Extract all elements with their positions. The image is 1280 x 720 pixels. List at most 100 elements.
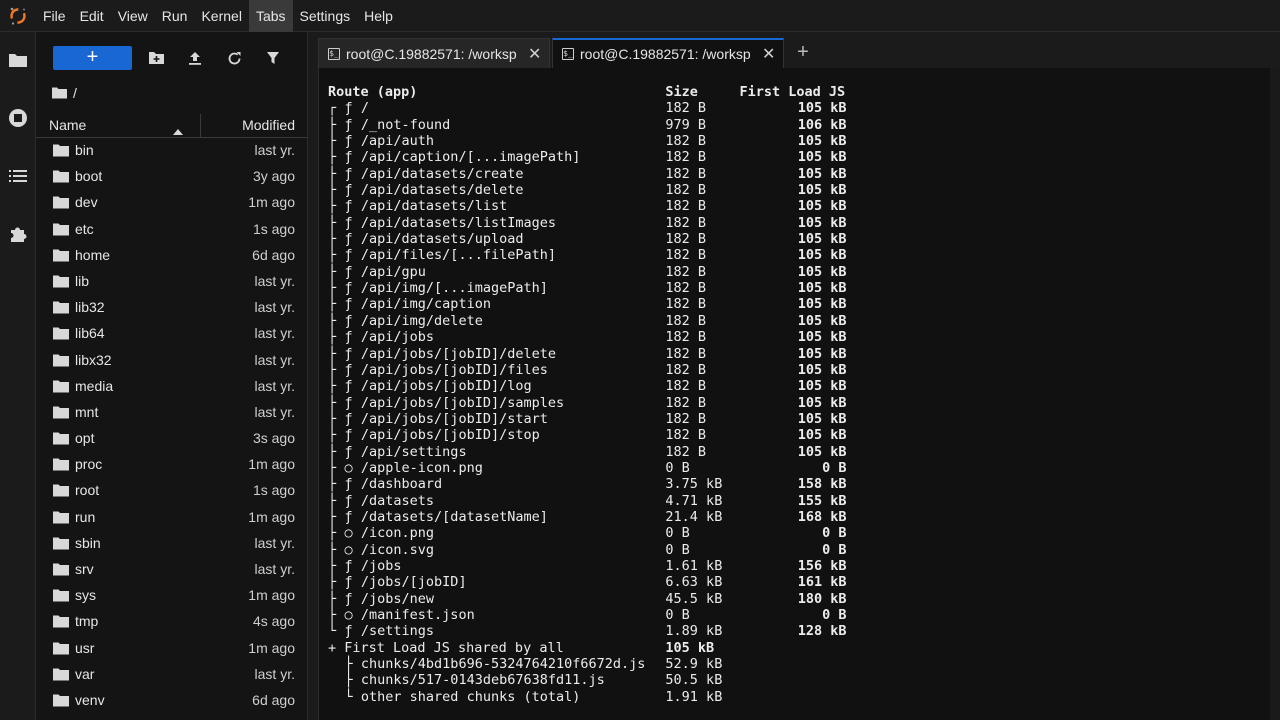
file-row[interactable]: venv 6d ago: [36, 688, 308, 714]
file-row[interactable]: media last yr.: [36, 374, 308, 400]
file-name: opt: [75, 430, 95, 447]
menu-run[interactable]: Run: [155, 0, 195, 32]
route-type-symbol: ƒ: [344, 427, 353, 444]
tab-terminal-2[interactable]: $_ root@C.19882571: /worksp ✕: [552, 38, 784, 68]
file-row[interactable]: sys 1m ago: [36, 583, 308, 609]
menu-view[interactable]: View: [111, 0, 155, 32]
route-path: /api/settings: [360, 443, 467, 460]
route-size: 182 B: [665, 378, 707, 395]
route-type-symbol: ƒ: [344, 623, 353, 640]
header-size: Size: [665, 84, 698, 100]
tree-glyph: ├: [328, 182, 337, 199]
folder-icon: [53, 511, 69, 524]
menu-file[interactable]: File: [36, 0, 73, 32]
tree-glyph: ├: [328, 410, 337, 427]
folder-icon: [53, 249, 69, 262]
menu-settings[interactable]: Settings: [293, 0, 358, 32]
route-first-load: 156 kB: [797, 557, 847, 574]
file-row[interactable]: var last yr.: [36, 662, 308, 688]
menu-kernel[interactable]: Kernel: [194, 0, 248, 32]
extensions-puzzle-icon[interactable]: [0, 214, 36, 254]
file-row[interactable]: bin last yr.: [36, 138, 308, 164]
file-row[interactable]: proc 1m ago: [36, 452, 308, 478]
file-row[interactable]: tmp 4s ago: [36, 609, 308, 635]
route-type-symbol: ○: [344, 607, 353, 623]
folder-icon: [53, 275, 69, 288]
route-path: /api/jobs: [360, 329, 435, 346]
breadcrumb: /: [52, 82, 77, 104]
file-row[interactable]: dev 1m ago: [36, 190, 308, 216]
new-launcher-button[interactable]: +: [53, 46, 132, 70]
tab-terminal-1[interactable]: $_ root@C.19882571: /worksp ✕: [318, 38, 550, 68]
tree-glyph: ├: [328, 607, 337, 623]
route-path: /jobs/[jobID]: [360, 574, 467, 591]
tree-glyph: ├: [328, 427, 337, 444]
route-path: /api/img/[...imagePath]: [360, 280, 548, 297]
route-type-symbol: ƒ: [344, 263, 353, 280]
activity-bar: [0, 32, 36, 720]
route-path: /api/jobs/[jobID]/stop: [360, 427, 540, 444]
file-row[interactable]: mnt last yr.: [36, 400, 308, 426]
route-path: /: [360, 100, 370, 117]
route-first-load: 105 kB: [797, 410, 847, 427]
file-modified: last yr.: [254, 325, 295, 342]
file-name: usr: [75, 639, 95, 656]
route-size: 0 B: [665, 607, 690, 623]
file-row[interactable]: usr 1m ago: [36, 636, 308, 662]
folder-icon: [53, 537, 69, 550]
column-divider[interactable]: [200, 114, 201, 138]
add-tab-button[interactable]: +: [790, 40, 816, 66]
new-folder-icon[interactable]: [144, 46, 168, 70]
menu-edit[interactable]: Edit: [73, 0, 111, 32]
tree-glyph: ├: [328, 280, 337, 297]
file-row[interactable]: opt 3s ago: [36, 426, 308, 452]
folder-icon[interactable]: [52, 87, 67, 99]
file-row[interactable]: home 6d ago: [36, 243, 308, 269]
menu-help[interactable]: Help: [357, 0, 400, 32]
close-icon[interactable]: ✕: [528, 44, 541, 64]
route-type-symbol: ƒ: [344, 149, 353, 166]
tree-glyph: ├: [344, 672, 353, 689]
close-icon[interactable]: ✕: [762, 44, 775, 64]
file-modified: last yr.: [254, 561, 295, 577]
running-sessions-icon[interactable]: [0, 98, 36, 138]
terminal-panel[interactable]: Route (app) Size First Load JS ┌ ƒ / 182 B 105 …: [318, 68, 1280, 720]
menu-tabs[interactable]: Tabs: [248, 0, 293, 32]
route-size: 6.63 kB: [665, 574, 723, 591]
file-row[interactable]: lib64 last yr.: [36, 321, 308, 347]
route-first-load: 180 kB: [797, 590, 847, 607]
route-first-load: 105 kB: [797, 443, 847, 460]
route-path: /datasets: [360, 492, 435, 509]
route-first-load: 168 kB: [797, 508, 847, 525]
column-header-name[interactable]: Name: [49, 117, 86, 133]
table-of-contents-icon[interactable]: [0, 156, 36, 196]
folder-icon: [53, 223, 69, 236]
file-row[interactable]: srv last yr.: [36, 557, 308, 583]
file-row[interactable]: libx32 last yr.: [36, 348, 308, 374]
file-row[interactable]: sbin last yr.: [36, 531, 308, 557]
refresh-icon[interactable]: [222, 46, 246, 70]
jupyter-logo-icon[interactable]: [0, 0, 36, 32]
route-type-symbol: ƒ: [344, 280, 353, 297]
file-browser-tab-icon[interactable]: [0, 40, 36, 80]
route-type-symbol: ƒ: [344, 247, 353, 264]
terminal-scrollbar[interactable]: [1270, 68, 1280, 720]
tree-glyph: ├: [328, 231, 337, 248]
upload-icon[interactable]: [183, 46, 207, 70]
route-path: /dashboard: [360, 476, 443, 493]
file-row[interactable]: root 1s ago: [36, 478, 308, 504]
route-size: 182 B: [665, 100, 707, 117]
breadcrumb-root[interactable]: /: [73, 85, 77, 101]
column-header-modified[interactable]: Modified: [242, 117, 295, 133]
file-modified: 4s ago: [252, 613, 295, 630]
file-row[interactable]: boot 3y ago: [36, 164, 308, 190]
filter-icon[interactable]: [261, 46, 285, 70]
file-modified: 1m ago: [248, 456, 295, 473]
file-row[interactable]: lib32 last yr.: [36, 295, 308, 321]
panel-splitter[interactable]: [308, 32, 318, 720]
file-row[interactable]: etc 1s ago: [36, 217, 308, 243]
file-row[interactable]: lib last yr.: [36, 269, 308, 295]
route-path: /api/img/caption: [360, 296, 491, 313]
tree-glyph: ├: [328, 329, 337, 346]
file-row[interactable]: run 1m ago: [36, 505, 308, 531]
